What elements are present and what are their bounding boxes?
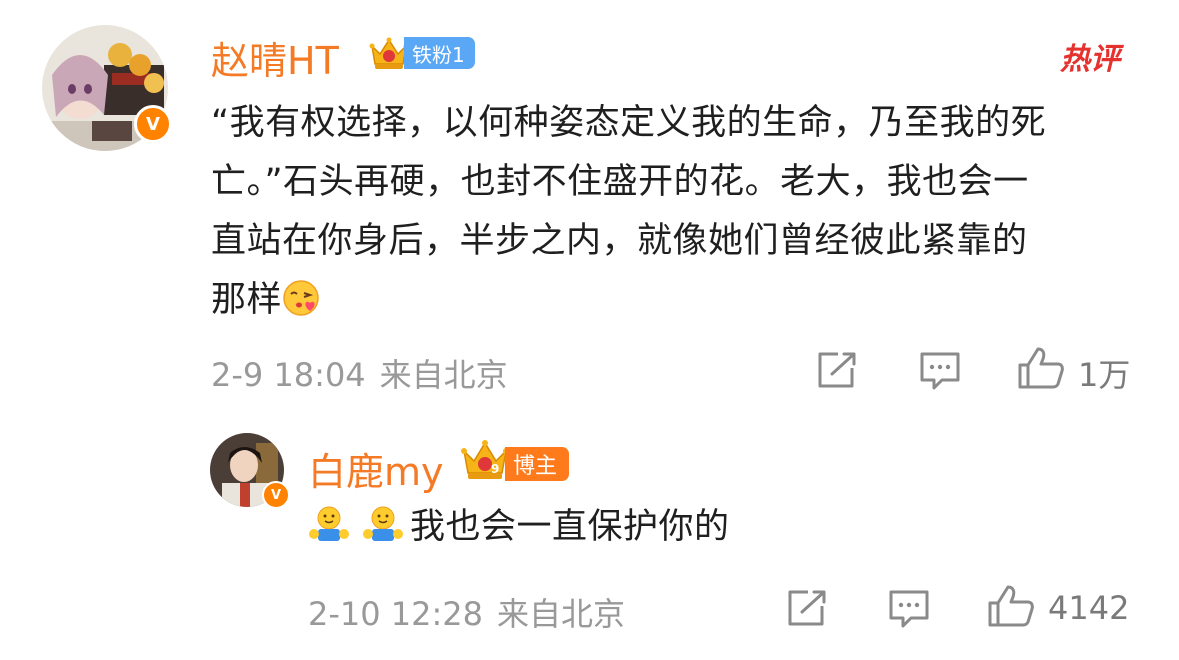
verified-badge: V <box>262 481 290 509</box>
share-icon <box>788 590 826 626</box>
comment-meta: 2-9 18:04 来自北京 <box>211 350 508 396</box>
comment-line: 那样 <box>211 271 1131 336</box>
reply-location: 来自北京 <box>497 595 626 633</box>
reply-text: 我也会一直保护你的 <box>308 498 730 563</box>
like-button[interactable] <box>1016 345 1066 395</box>
comment-location: 来自北京 <box>379 356 508 394</box>
reply-like-count: 4142 <box>1048 589 1130 627</box>
comment-text: “我有权选择，以何种姿态定义我的生命，乃至我的死 亡。”石头再硬，也封不住盛开的… <box>211 94 1131 336</box>
reply-share-button[interactable] <box>786 588 828 632</box>
reply-like-button[interactable] <box>986 583 1036 633</box>
reply-date: 2-10 12:28 <box>308 595 484 633</box>
thumbs-up-icon <box>1018 347 1064 389</box>
commenter-avatar[interactable]: V <box>42 25 172 151</box>
comment-icon <box>889 590 929 628</box>
reply-message: 我也会一直保护你的 <box>410 507 730 547</box>
blogger-badge: 博主 <box>505 447 570 481</box>
comment-button[interactable] <box>918 350 962 396</box>
share-icon <box>818 352 856 388</box>
comment-date: 2-9 18:04 <box>211 356 366 394</box>
fan-level-badge: 铁粉1 <box>404 37 475 69</box>
reply-meta: 2-10 12:28 来自北京 <box>308 589 625 635</box>
hot-comment-label: 热评 <box>1060 42 1120 77</box>
comment-line: 直站在你身后，半步之内，就像她们曾经彼此紧靠的 <box>211 221 1028 261</box>
share-button[interactable] <box>816 350 858 394</box>
blowing-kiss-emoji <box>282 277 320 336</box>
reply-avatar[interactable]: V <box>210 433 290 509</box>
comment-line: 亡。”石头再硬，也封不住盛开的花。老大，我也会一 <box>211 162 1029 202</box>
weibo-comment-thread: V 赵晴HT 铁粉1 热评 “我有权选择，以何种姿态定义我的生命，乃至我的死 亡… <box>0 0 1179 660</box>
hug-emoji <box>362 504 404 563</box>
like-count: 1万 <box>1078 356 1131 394</box>
comment-icon <box>920 352 960 390</box>
reply-comment-button[interactable] <box>887 588 931 634</box>
verified-badge: V <box>134 105 172 143</box>
thumbs-up-icon <box>988 585 1034 627</box>
crown-level: 9 <box>491 462 499 476</box>
reply-username[interactable]: 白鹿my <box>308 441 444 496</box>
hug-emoji <box>308 504 350 563</box>
commenter-username[interactable]: 赵晴HT <box>211 30 339 85</box>
crown-icon: 9 <box>460 437 510 487</box>
comment-line: “我有权选择，以何种姿态定义我的生命，乃至我的死 <box>211 103 1047 143</box>
